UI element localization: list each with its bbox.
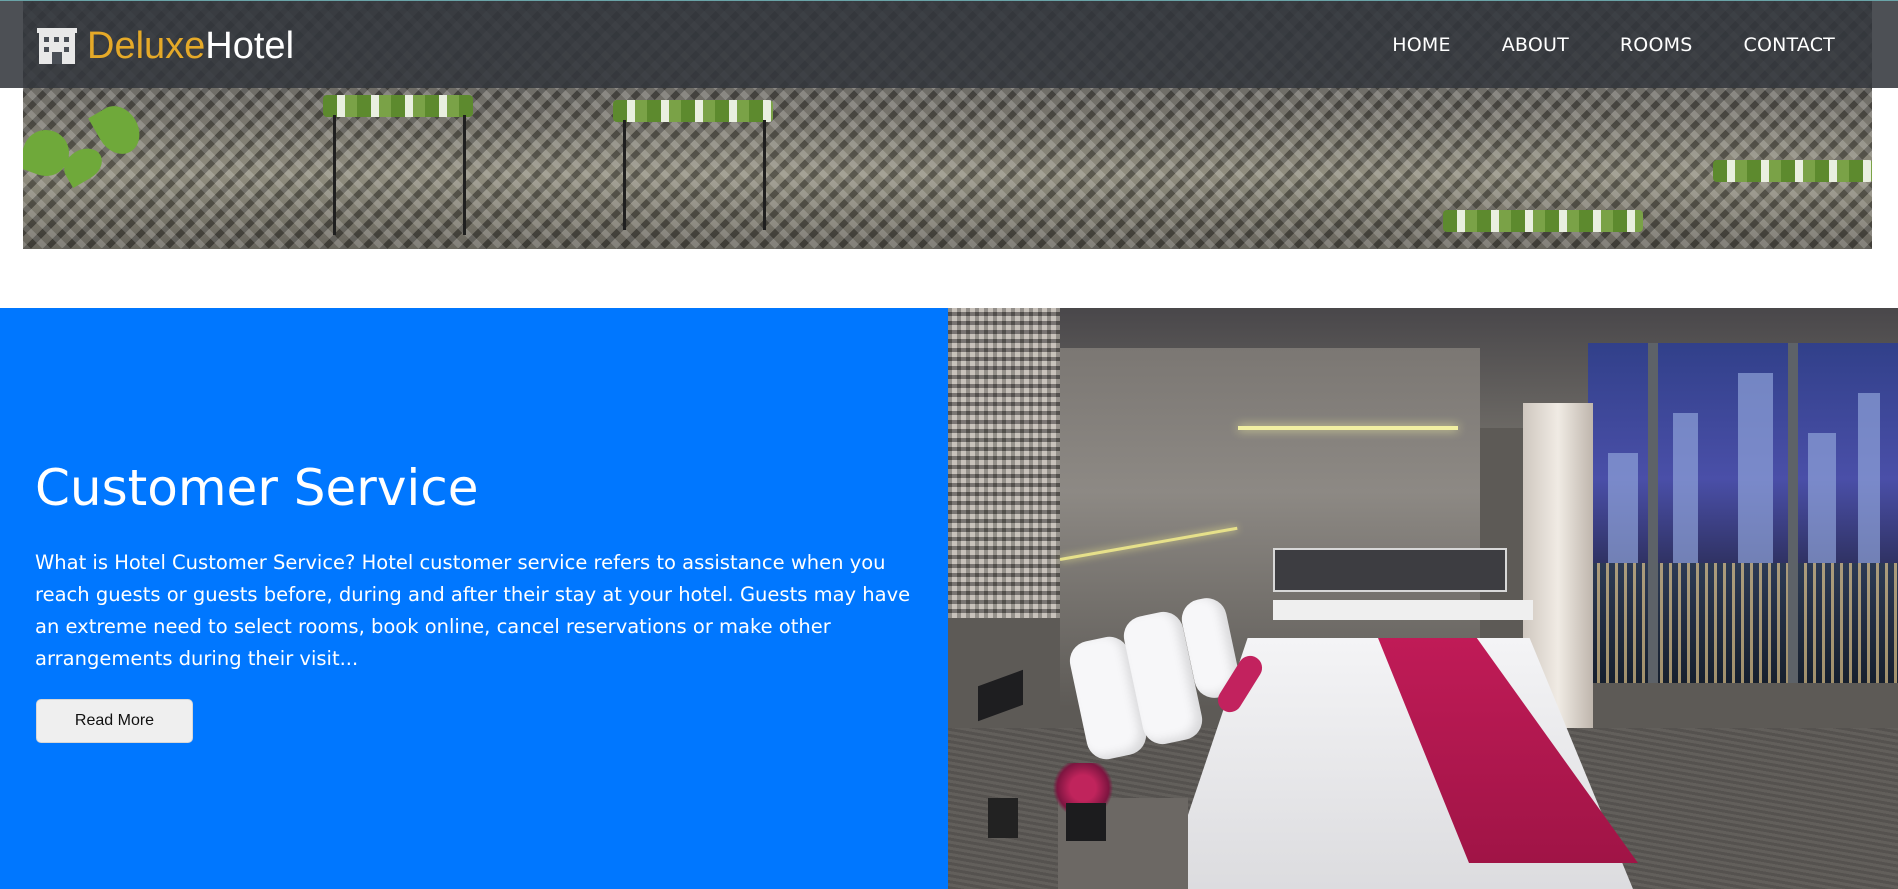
section-title: Customer Service bbox=[35, 459, 479, 517]
wall-mirror bbox=[1273, 548, 1507, 592]
city-view-window bbox=[1588, 343, 1898, 683]
marina-lights bbox=[1588, 563, 1898, 683]
nav-item-contact[interactable]: CONTACT bbox=[1743, 33, 1835, 57]
ceiling-light-strip bbox=[1238, 426, 1458, 430]
brand-name: DeluxeHotel bbox=[87, 26, 294, 66]
nav-item-home[interactable]: HOME bbox=[1392, 33, 1450, 57]
desk bbox=[1273, 600, 1533, 620]
nav-item-rooms[interactable]: ROOMS bbox=[1620, 33, 1693, 57]
chair-seat bbox=[323, 95, 473, 117]
vase bbox=[1066, 803, 1106, 841]
chair-leg bbox=[763, 120, 766, 230]
nav-item-about[interactable]: ABOUT bbox=[1502, 33, 1569, 57]
main-nav: HOME ABOUT ROOMS CONTACT bbox=[1341, 33, 1835, 57]
read-more-button[interactable]: Read More bbox=[36, 699, 193, 743]
hotel-room-image bbox=[948, 308, 1898, 889]
decorative-wall-panel bbox=[948, 308, 1060, 618]
chair-leg bbox=[463, 115, 466, 235]
bedside-phone bbox=[988, 798, 1018, 838]
section-description: What is Hotel Customer Service? Hotel cu… bbox=[35, 551, 911, 670]
brand-name-deluxe: Deluxe bbox=[87, 25, 206, 67]
customer-service-section: Customer Service What is Hotel Customer … bbox=[0, 308, 948, 889]
window-frame bbox=[1648, 343, 1658, 683]
brand-name-hotel: Hotel bbox=[205, 25, 295, 67]
top-navbar: DeluxeHotel HOME ABOUT ROOMS CONTACT bbox=[0, 0, 1898, 88]
building-icon bbox=[37, 28, 77, 64]
chair-seat bbox=[613, 100, 773, 122]
wall-lamp bbox=[978, 669, 1023, 722]
chair-seat bbox=[1713, 160, 1872, 182]
chair-leg bbox=[333, 115, 336, 235]
window-frame bbox=[1788, 343, 1798, 683]
chair-seat bbox=[1443, 210, 1643, 232]
brand-logo-link[interactable]: DeluxeHotel bbox=[35, 25, 294, 67]
chair-leg bbox=[623, 120, 626, 230]
